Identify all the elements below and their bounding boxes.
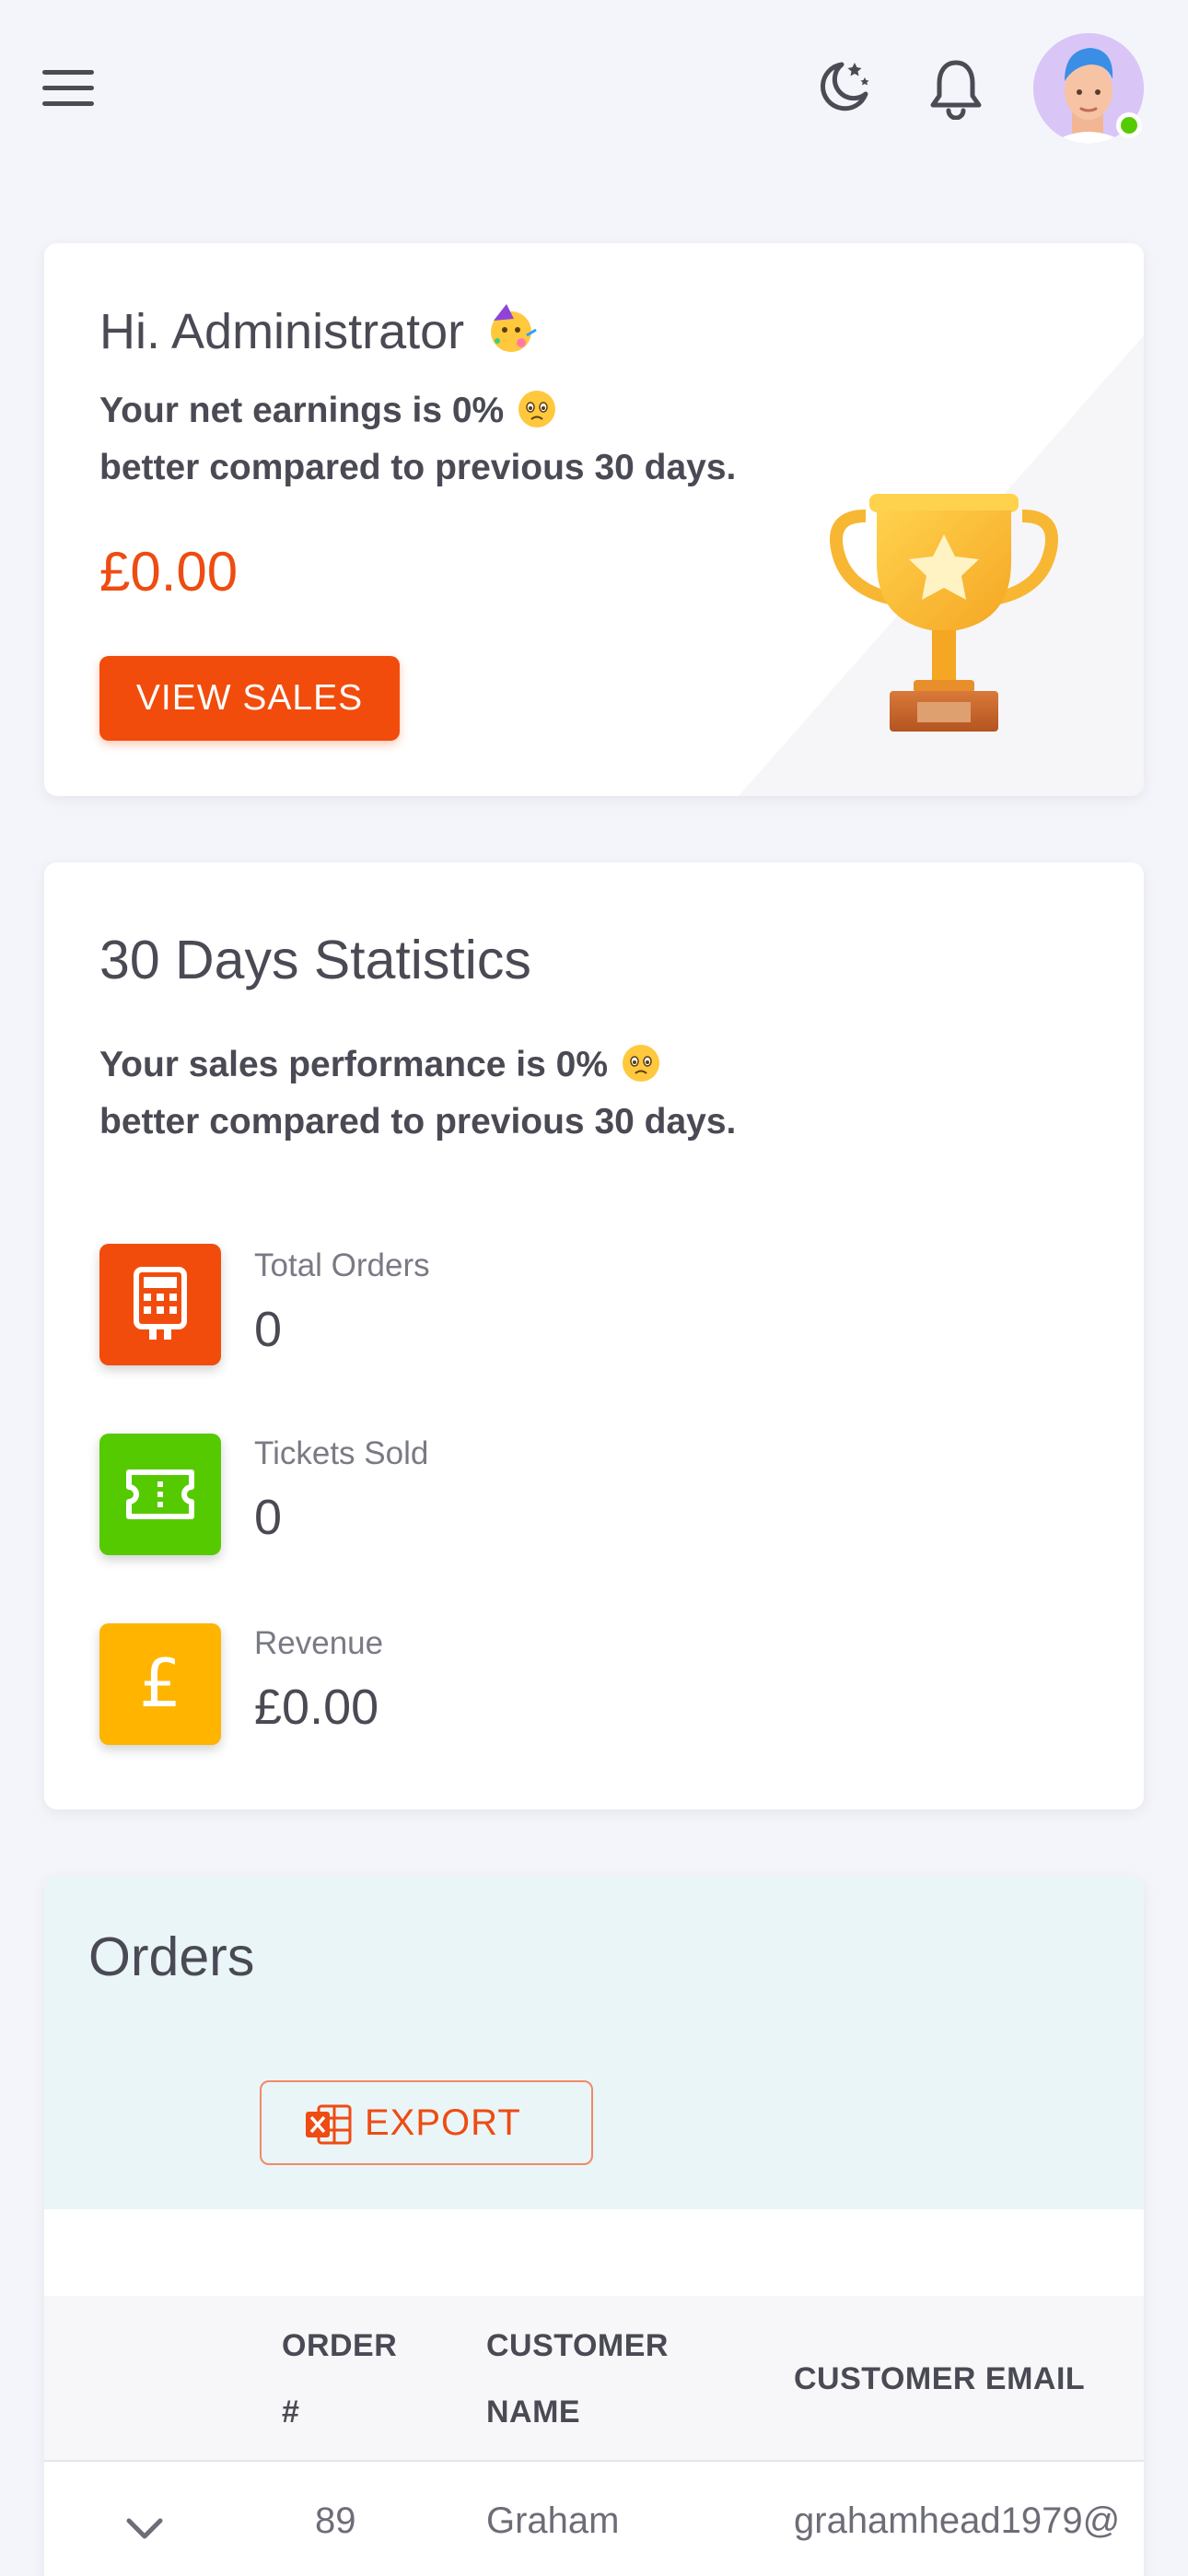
customer-name-cell: Graham bbox=[486, 2500, 620, 2541]
revenue-value: £0.00 bbox=[254, 1680, 379, 1735]
chevron-down-icon[interactable] bbox=[125, 2517, 164, 2541]
column-header-name-line2: NAME bbox=[486, 2395, 581, 2430]
orders-header: Orders EXPORT bbox=[44, 1876, 1144, 2209]
hamburger-menu-icon[interactable] bbox=[42, 70, 94, 107]
sad-face-icon bbox=[518, 391, 556, 427]
greeting-heading: Hi. Administrator bbox=[99, 302, 538, 360]
performance-line-2: better compared to previous 30 days. bbox=[99, 1102, 737, 1142]
calculator-icon bbox=[99, 1244, 221, 1365]
bell-icon[interactable] bbox=[926, 57, 985, 120]
excel-icon bbox=[306, 2104, 352, 2145]
performance-text: Your sales performance is 0% bbox=[99, 1045, 609, 1084]
sad-face-icon bbox=[623, 1045, 660, 1082]
party-face-icon bbox=[491, 304, 537, 352]
column-header-order-line1: ORDER bbox=[282, 2328, 398, 2363]
statistics-title: 30 Days Statistics bbox=[99, 930, 531, 990]
svg-text:£: £ bbox=[139, 1645, 181, 1722]
table-row[interactable]: 89 Graham grahamhead1979@ bbox=[44, 2464, 1144, 2576]
column-header-customer-name[interactable]: CUSTOMER NAME bbox=[486, 2313, 669, 2445]
column-header-customer-email[interactable]: CUSTOMER EMAIL bbox=[794, 2346, 1085, 2412]
orders-card: Orders EXPORT ORDER # CUSTOMER NAME CUST… bbox=[44, 1876, 1144, 2576]
trophy-icon bbox=[830, 494, 1058, 732]
column-header-order[interactable]: ORDER # bbox=[282, 2313, 397, 2445]
earnings-line-2: better compared to previous 30 days. bbox=[99, 448, 737, 487]
earnings-amount: £0.00 bbox=[99, 541, 239, 603]
online-status-dot bbox=[1116, 112, 1142, 138]
column-header-order-line2: # bbox=[282, 2395, 300, 2430]
customer-email-cell: grahamhead1979@ bbox=[794, 2500, 1121, 2541]
orders-table-header: ORDER # CUSTOMER NAME CUSTOMER EMAIL bbox=[44, 2296, 1144, 2462]
performance-line-1: Your sales performance is 0% bbox=[99, 1043, 661, 1085]
statistics-card: 30 Days Statistics Your sales performanc… bbox=[44, 862, 1144, 1809]
pound-icon: £ bbox=[99, 1623, 221, 1745]
earnings-text: Your net earnings is 0% bbox=[99, 391, 505, 430]
total-orders-label: Total Orders bbox=[254, 1247, 430, 1283]
avatar[interactable] bbox=[1033, 33, 1144, 144]
order-number-cell: 89 bbox=[315, 2500, 356, 2541]
export-button[interactable]: EXPORT bbox=[260, 2080, 593, 2165]
revenue-label: Revenue bbox=[254, 1625, 384, 1661]
ticket-icon bbox=[99, 1434, 221, 1555]
column-header-name-line1: CUSTOMER bbox=[486, 2328, 669, 2363]
tickets-sold-label: Tickets Sold bbox=[254, 1435, 429, 1471]
moon-stars-icon[interactable] bbox=[814, 57, 873, 116]
top-bar bbox=[0, 0, 1188, 184]
total-orders-value: 0 bbox=[254, 1302, 283, 1357]
orders-title: Orders bbox=[88, 1926, 255, 1987]
earnings-line-1: Your net earnings is 0% bbox=[99, 389, 557, 431]
welcome-card: Hi. Administrator Your net earnings is 0… bbox=[44, 243, 1144, 796]
tickets-sold-value: 0 bbox=[254, 1490, 283, 1545]
export-label: EXPORT bbox=[365, 2102, 521, 2143]
view-sales-button[interactable]: VIEW SALES bbox=[99, 656, 400, 741]
greeting-text: Hi. Administrator bbox=[99, 304, 465, 359]
